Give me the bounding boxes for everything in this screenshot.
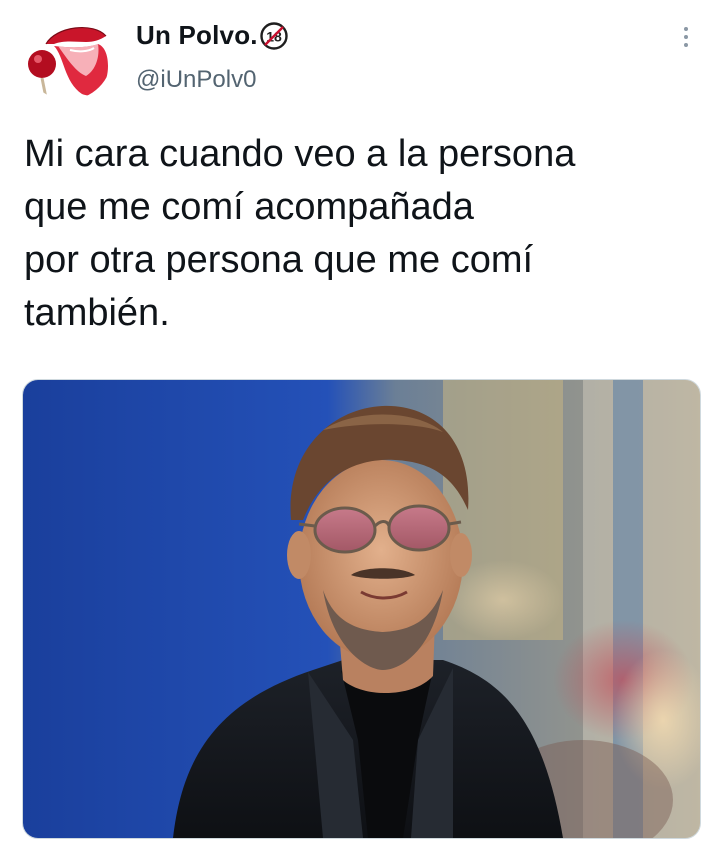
tweet-text: Mi cara cuando veo a la persona que me c…: [24, 128, 694, 340]
tweet-text-line: Mi cara cuando veo a la persona: [24, 133, 576, 175]
avatar[interactable]: [24, 12, 112, 100]
user-name-row[interactable]: Un Polvo. 18: [136, 20, 288, 51]
tweet-text-line: por otra persona que me comí: [24, 239, 534, 281]
tweet-card[interactable]: Un Polvo. 18 @iUnPolv0 Mi cara cuando ve…: [0, 0, 720, 849]
man-smiling-photo: [23, 380, 700, 838]
user-handle[interactable]: @iUnPolv0: [136, 66, 256, 94]
tweet-photo[interactable]: [22, 379, 701, 839]
more-vertical-icon: [684, 27, 688, 31]
tweet-text-line: que me comí acompañada: [24, 186, 474, 228]
more-options-button[interactable]: [674, 22, 698, 52]
lips-lollipop-icon: [24, 12, 112, 100]
adult-18-icon: 18: [260, 21, 288, 50]
display-name[interactable]: Un Polvo.: [136, 20, 258, 51]
tweet-text-line: también.: [24, 292, 170, 334]
